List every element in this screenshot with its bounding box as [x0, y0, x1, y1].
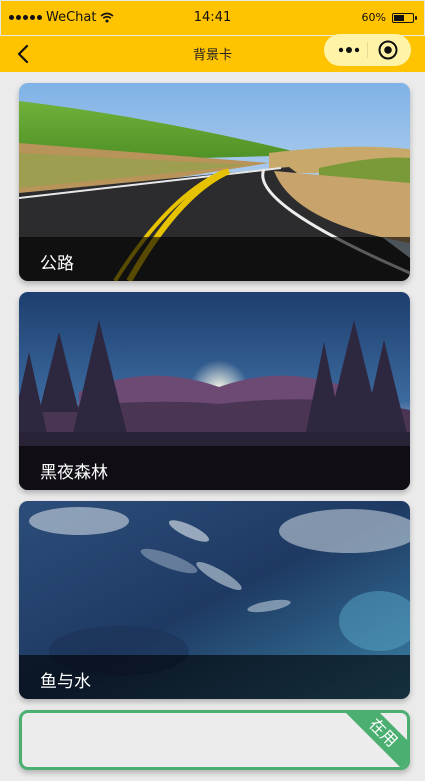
capsule-divider [367, 42, 368, 58]
card-caption: 公路 [19, 237, 410, 281]
status-right: 60% [361, 11, 417, 24]
card-title: 公路 [40, 254, 74, 274]
battery-percent: 60% [361, 11, 386, 24]
background-card-list: 公路 黑夜森林 鱼与水 在用 [19, 83, 410, 781]
battery-icon [392, 12, 417, 23]
nav-bar: 背景卡 [0, 34, 425, 72]
card-selected[interactable]: 在用 [19, 710, 410, 770]
card-title: 鱼与水 [40, 672, 91, 692]
card-caption: 鱼与水 [19, 655, 410, 699]
card-caption: 黑夜森林 [19, 446, 410, 490]
target-circle-icon[interactable] [377, 39, 399, 61]
more-dots-icon[interactable] [334, 42, 364, 58]
card-road[interactable]: 公路 [19, 83, 410, 281]
status-bar: WeChat 14:41 60% [0, 0, 425, 36]
card-night-forest[interactable]: 黑夜森林 [19, 292, 410, 490]
card-fish-water[interactable]: 鱼与水 [19, 501, 410, 699]
battery-fill [394, 14, 405, 21]
card-title: 黑夜森林 [40, 463, 108, 483]
menu-capsule [324, 34, 411, 66]
status-time: 14:41 [193, 10, 232, 25]
in-use-badge: 在用 [339, 713, 407, 767]
